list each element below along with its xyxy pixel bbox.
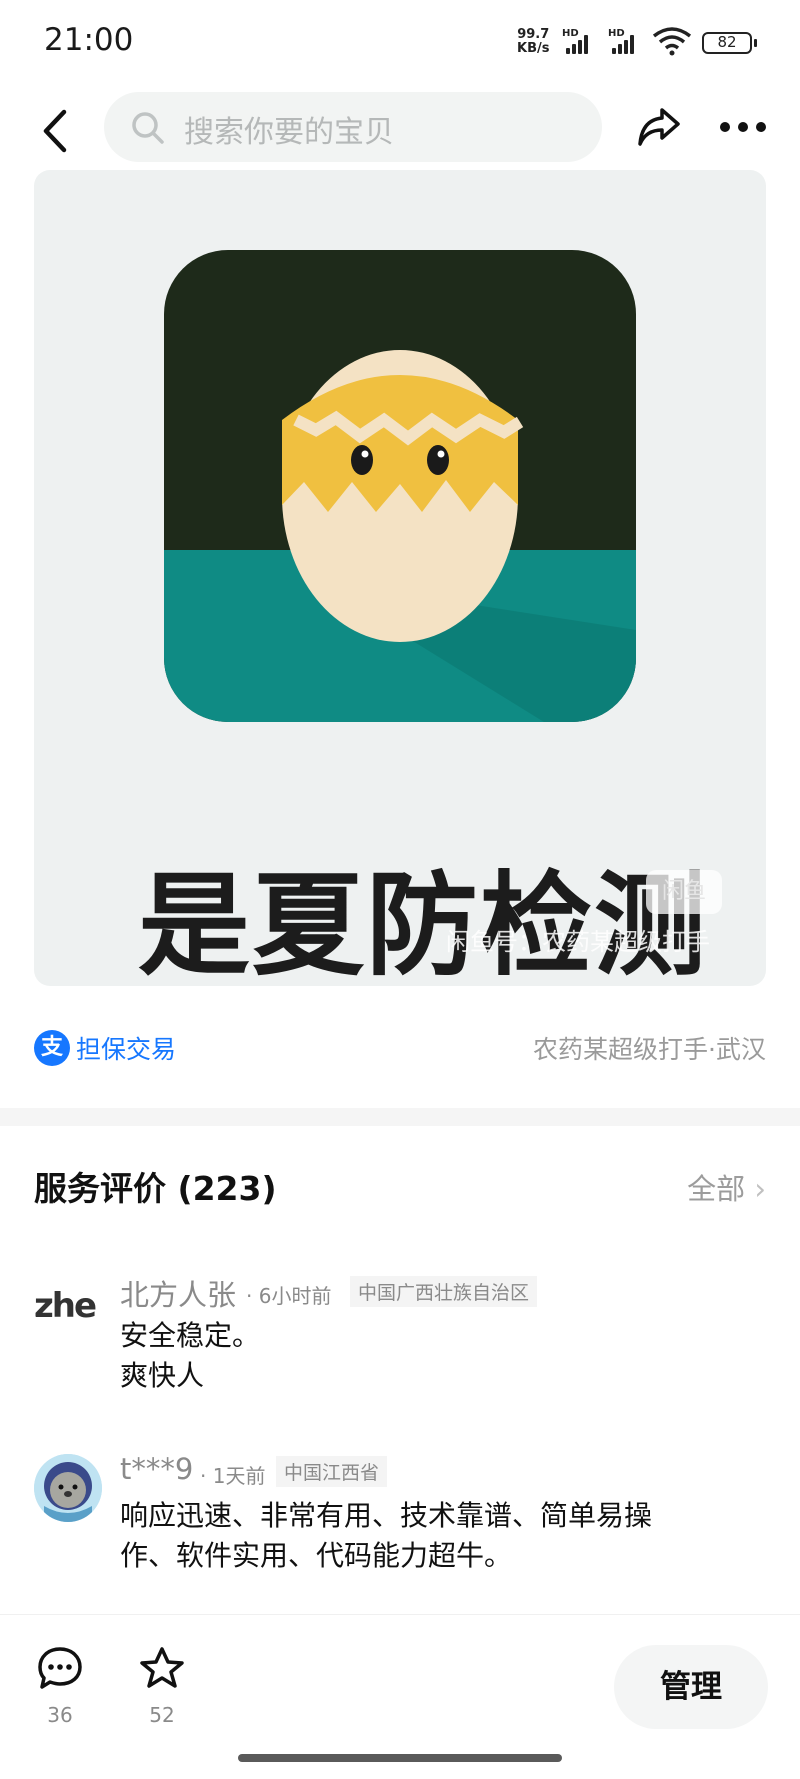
product-image[interactable]: 是夏防检测 闲鱼 闲鱼号：农药某超级打手 — [34, 170, 766, 986]
manage-button[interactable]: 管理 — [614, 1645, 768, 1729]
star-icon — [140, 1647, 184, 1688]
alipay-icon: 支 — [34, 1030, 70, 1066]
review-time: · 1天前 — [200, 1464, 266, 1488]
status-bar: 21:00 99.7 KB/s HD HD 82 — [0, 0, 800, 86]
review-location: 中国江西省 — [276, 1456, 388, 1487]
review-text: 响应迅速、非常有用、技术靠谱、简单易操 作、软件实用、代码能力超牛。 — [120, 1499, 653, 1572]
comment-icon — [38, 1647, 82, 1689]
favorite-button[interactable]: 52 — [132, 1645, 192, 1727]
avatar[interactable] — [34, 1454, 102, 1522]
signal-icon — [566, 32, 594, 54]
comments-button[interactable]: 36 — [30, 1645, 90, 1727]
back-icon[interactable] — [36, 106, 76, 156]
reviewer-name[interactable]: t***9 — [120, 1452, 193, 1486]
image-caption: 是夏防检测 — [138, 861, 708, 986]
search-input[interactable]: 搜索你要的宝贝 — [104, 92, 602, 162]
search-placeholder: 搜索你要的宝贝 — [184, 115, 394, 150]
watermark-text: 闲鱼号：农药某超级打手 — [446, 928, 710, 956]
app-icon-image — [164, 250, 636, 722]
review-text: 安全稳定。 爽快人 — [120, 1319, 261, 1392]
reviews-title: 服务评价 (223) — [34, 1169, 277, 1208]
review-location: 中国广西壮族自治区 — [350, 1276, 538, 1307]
section-divider — [0, 1108, 800, 1126]
net-speed: 99.7 KB/s — [517, 27, 550, 56]
share-icon[interactable] — [634, 102, 684, 152]
comments-count: 36 — [47, 1703, 73, 1727]
trade-meta: 支 担保交易 农药某超级打手·武汉 — [0, 1020, 800, 1080]
battery-indicator: 82 — [702, 32, 757, 54]
home-indicator[interactable] — [238, 1754, 562, 1762]
guarantee-link[interactable]: 担保交易 — [76, 1030, 176, 1066]
signal-icon — [612, 32, 640, 54]
reviews-all-link[interactable]: 全部 › — [687, 1166, 766, 1208]
status-time: 21:00 — [44, 22, 134, 58]
chevron-right-icon: › — [745, 1172, 766, 1206]
more-icon[interactable] — [720, 122, 766, 132]
top-nav: 搜索你要的宝贝 — [0, 86, 800, 176]
watermark-logo: 闲鱼 — [646, 870, 722, 914]
seal-avatar-icon — [34, 1454, 102, 1522]
favorites-count: 52 — [149, 1703, 175, 1727]
search-icon — [132, 112, 164, 144]
reviewer-name[interactable]: 北方人张 — [120, 1272, 236, 1314]
avatar[interactable]: zhe lu — [34, 1272, 102, 1340]
wifi-icon — [652, 27, 692, 56]
seller-info[interactable]: 农药某超级打手·武汉 — [533, 1030, 766, 1066]
review-time: · 6小时前 — [246, 1284, 332, 1308]
